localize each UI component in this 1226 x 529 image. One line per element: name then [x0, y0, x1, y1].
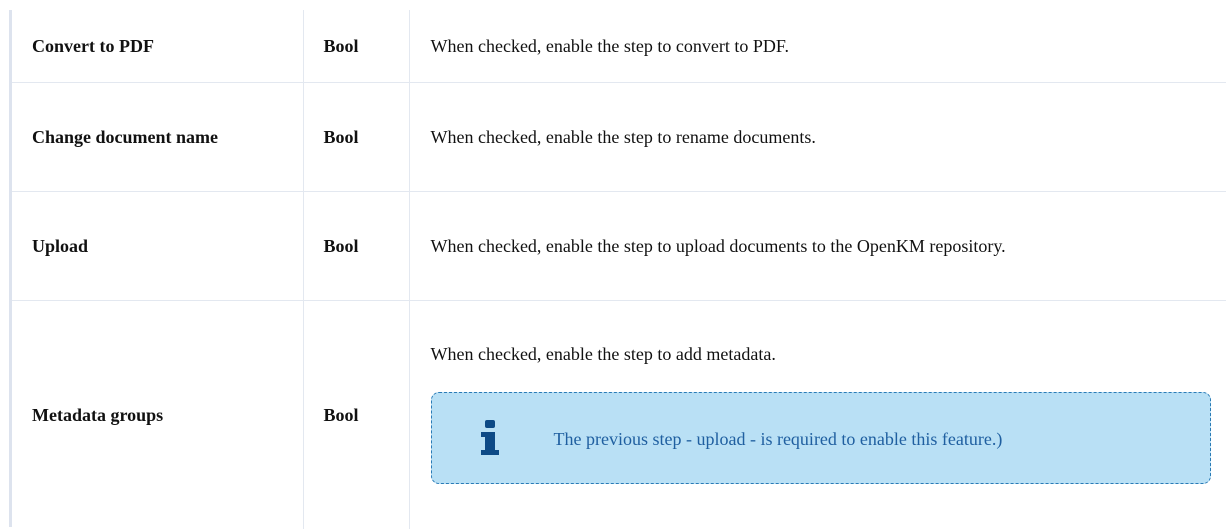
- parameter-description-cell: When checked, enable the step to add met…: [409, 301, 1226, 529]
- table-row: Metadata groups Bool When checked, enabl…: [12, 301, 1226, 529]
- table-row: Change document name Bool When checked, …: [12, 83, 1226, 192]
- info-icon: [483, 420, 499, 458]
- parameter-type: Bool: [303, 192, 409, 301]
- parameter-description: When checked, enable the step to rename …: [409, 83, 1226, 192]
- info-note: The previous step - upload - is required…: [431, 392, 1211, 484]
- parameter-description: When checked, enable the step to upload …: [409, 192, 1226, 301]
- parameter-type: Bool: [303, 301, 409, 529]
- table-row: Upload Bool When checked, enable the ste…: [12, 192, 1226, 301]
- parameter-name: Metadata groups: [12, 301, 303, 529]
- parameter-type: Bool: [303, 83, 409, 192]
- parameter-name: Convert to PDF: [12, 10, 303, 83]
- info-note-text: The previous step - upload - is required…: [554, 428, 1003, 450]
- parameter-description: When checked, enable the step to add met…: [431, 343, 1226, 365]
- table-row: Convert to PDF Bool When checked, enable…: [12, 10, 1226, 83]
- parameter-description: When checked, enable the step to convert…: [409, 10, 1226, 83]
- parameters-table: Convert to PDF Bool When checked, enable…: [12, 10, 1226, 529]
- parameter-name: Upload: [12, 192, 303, 301]
- parameter-name: Change document name: [12, 83, 303, 192]
- parameter-type: Bool: [303, 10, 409, 83]
